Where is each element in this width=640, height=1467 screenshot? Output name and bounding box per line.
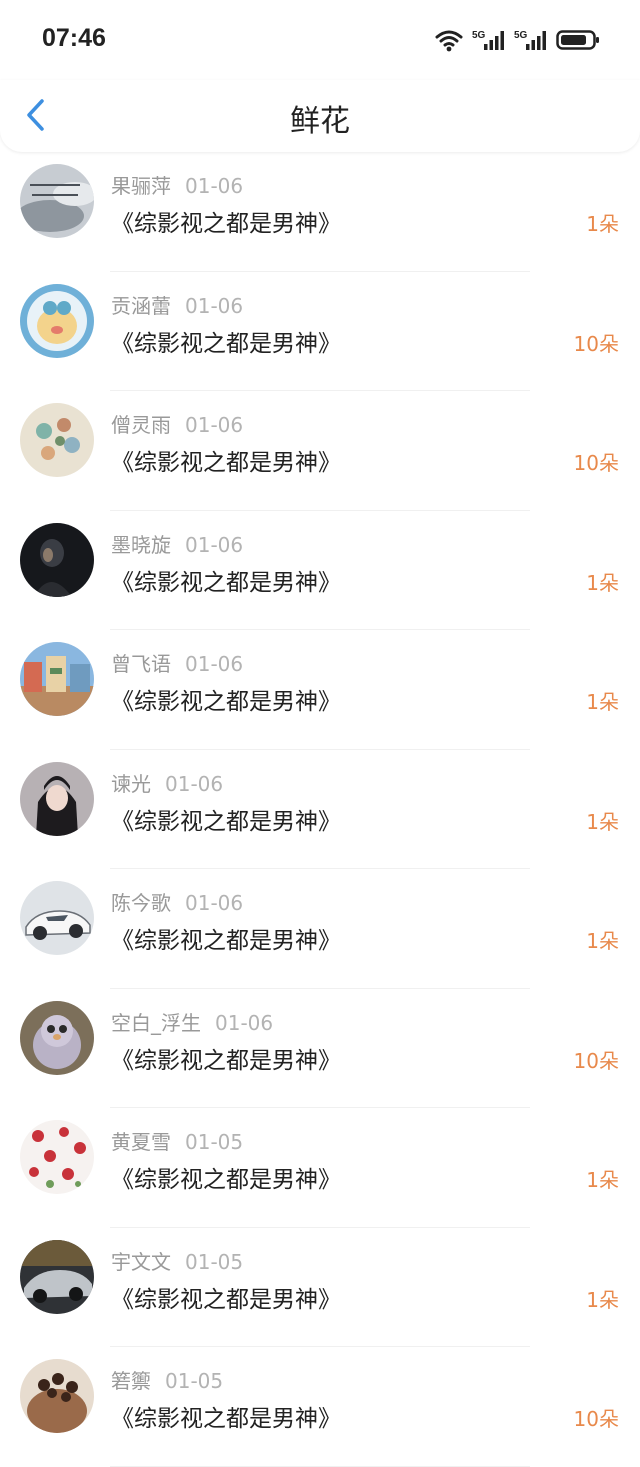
avatar[interactable] [20, 1000, 94, 1075]
date: 01-05 [185, 1249, 244, 1274]
date: 01-06 [185, 652, 244, 676]
avatar[interactable] [20, 761, 94, 836]
book-title[interactable]: 《综影视之都是男神》 [111, 921, 341, 955]
list-item[interactable]: 黄夏雪 01-05 《综影视之都是男神》 1朵 [0, 1108, 640, 1228]
flower-count: 10朵 [573, 451, 619, 475]
user-name: 墨晓旋 [111, 532, 171, 557]
flower-count: 1朵 [586, 1168, 619, 1192]
avatar[interactable] [20, 642, 94, 716]
avatar[interactable] [20, 1120, 94, 1194]
page-title: 鲜花 [290, 104, 350, 139]
avatar[interactable] [20, 522, 94, 597]
flower-count: 10朵 [573, 1048, 619, 1073]
status-icons: 5G 5G [434, 26, 600, 52]
wifi-icon [434, 28, 464, 52]
book-title[interactable]: 《综影视之都是男神》 [111, 443, 341, 477]
date: 01-05 [185, 1130, 244, 1154]
user-name: 曾飞语 [111, 652, 171, 676]
avatar[interactable] [20, 164, 94, 238]
flower-count: 1朵 [586, 690, 619, 714]
list-item[interactable]: 陈今歌 01-06 《综影视之都是男神》 1朵 [0, 869, 640, 989]
book-title[interactable]: 《综影视之都是男神》 [111, 1280, 341, 1314]
book-title[interactable]: 《综影视之都是男神》 [111, 563, 341, 597]
book-title[interactable]: 《综影视之都是男神》 [111, 802, 341, 836]
status-bar: 07:46 5G 5G [0, 0, 640, 80]
date: 01-05 [165, 1369, 224, 1393]
flower-count: 1朵 [586, 809, 619, 834]
book-title[interactable]: 《综影视之都是男神》 [111, 1399, 341, 1433]
list-item[interactable]: 僧灵雨 01-06 《综影视之都是男神》 10朵 [0, 391, 640, 511]
avatar[interactable] [20, 1239, 94, 1314]
list-item[interactable]: 曾飞语 01-06 《综影视之都是男神》 1朵 [0, 630, 640, 750]
date: 01-06 [185, 413, 244, 437]
5g-signal-icon-2: 5G [514, 28, 548, 52]
list-item[interactable]: 箬籞 01-05 《综影视之都是男神》 10朵 [0, 1347, 640, 1467]
5g-signal-icon: 5G [472, 28, 506, 52]
user-name: 宇文文 [111, 1249, 171, 1274]
user-name: 贡涵蕾 [111, 293, 171, 318]
network-label-1: 5G [472, 30, 486, 41]
status-time: 07:46 [42, 24, 106, 52]
avatar[interactable] [20, 403, 94, 477]
user-name: 谏光 [111, 771, 151, 796]
user-name: 黄夏雪 [111, 1130, 171, 1154]
book-title[interactable]: 《综影视之都是男神》 [111, 324, 341, 358]
user-name: 箬籞 [111, 1369, 151, 1393]
network-label-2: 5G [514, 30, 528, 41]
book-title[interactable]: 《综影视之都是男神》 [111, 1160, 341, 1194]
avatar[interactable] [20, 881, 94, 955]
date: 01-06 [215, 1010, 274, 1035]
book-title[interactable]: 《综影视之都是男神》 [111, 204, 341, 238]
flower-count: 10朵 [573, 1407, 619, 1431]
date: 01-06 [185, 532, 244, 557]
list-item[interactable]: 果骊萍 01-06 《综影视之都是男神》 1朵 [0, 152, 640, 272]
date: 01-06 [185, 174, 244, 198]
app-header: 鲜花 [0, 80, 640, 152]
book-title[interactable]: 《综影视之都是男神》 [111, 682, 341, 716]
flower-count: 10朵 [573, 331, 619, 356]
avatar[interactable] [20, 283, 94, 358]
avatar[interactable] [20, 1359, 94, 1433]
user-name: 僧灵雨 [111, 413, 171, 437]
user-name: 陈今歌 [111, 891, 171, 915]
flower-count: 1朵 [586, 1287, 619, 1312]
date: 01-06 [185, 891, 244, 915]
flower-count: 1朵 [586, 212, 619, 236]
list-item[interactable]: 墨晓旋 01-06 《综影视之都是男神》 1朵 [0, 511, 640, 631]
date: 01-06 [185, 293, 244, 318]
list-item[interactable]: 宇文文 01-05 《综影视之都是男神》 1朵 [0, 1228, 640, 1348]
flower-count: 1朵 [586, 929, 619, 953]
battery-icon [556, 28, 600, 52]
flower-list: 果骊萍 01-06 《综影视之都是男神》 1朵 贡涵蕾 01-06 《综影视之都是男… [0, 152, 640, 1467]
flower-count: 1朵 [586, 570, 619, 595]
book-title[interactable]: 《综影视之都是男神》 [111, 1041, 341, 1075]
list-item[interactable]: 空白_浮生 01-06 《综影视之都是男神》 10朵 [0, 989, 640, 1109]
user-name: 空白_浮生 [111, 1010, 201, 1035]
list-item[interactable]: 贡涵蕾 01-06 《综影视之都是男神》 10朵 [0, 272, 640, 392]
list-item[interactable]: 谏光 01-06 《综影视之都是男神》 1朵 [0, 750, 640, 870]
user-name: 果骊萍 [111, 174, 171, 198]
date: 01-06 [165, 771, 224, 796]
